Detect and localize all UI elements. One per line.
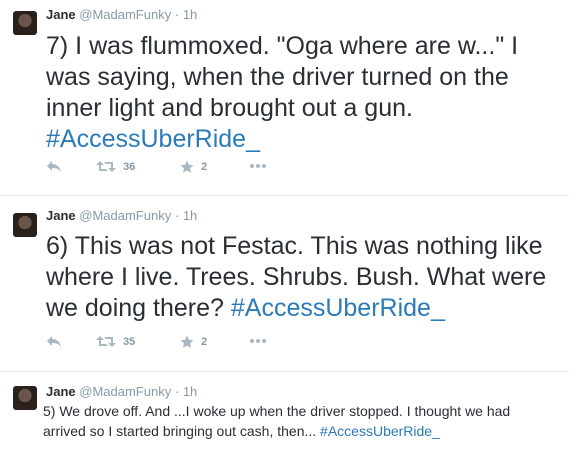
favorite-icon: [180, 160, 194, 173]
favorite-count: 2: [201, 336, 208, 348]
tweet-text-body: 5) We drove off. And ...I woke up when t…: [43, 403, 511, 439]
hashtag-link[interactable]: #AccessUberRide_: [320, 423, 440, 439]
separator-dot: ·: [174, 208, 180, 223]
retweet-icon: [96, 336, 116, 347]
separator-dot: ·: [174, 7, 180, 22]
user-handle[interactable]: @MadamFunky: [79, 208, 171, 223]
more-icon: [250, 164, 266, 169]
separator-dot: ·: [174, 384, 180, 399]
timestamp[interactable]: 1h: [183, 7, 197, 22]
user-name[interactable]: Jane: [46, 208, 76, 223]
timestamp[interactable]: 1h: [183, 384, 197, 399]
user-name[interactable]: Jane: [46, 384, 76, 399]
tweet[interactable]: Jane @MadamFunky · 1h 7) I was flummoxed…: [0, 0, 569, 196]
more-button[interactable]: [249, 160, 267, 172]
hashtag-link[interactable]: #AccessUberRide_: [46, 125, 260, 153]
tweet[interactable]: Jane @MadamFunky · 1h 6) This was not Fe…: [0, 196, 569, 372]
user-handle[interactable]: @MadamFunky: [79, 7, 171, 22]
retweet-icon: [96, 161, 116, 172]
reply-icon: [47, 161, 61, 173]
tweet-text: 7) I was flummoxed. "Oga where are w..."…: [46, 31, 555, 155]
favorite-icon: [180, 335, 194, 348]
favorite-button[interactable]: 2: [180, 160, 207, 174]
tweet[interactable]: Jane @MadamFunky · 1h 5) We drove off. A…: [0, 372, 569, 450]
tweet-text: 6) This was not Festac. This was nothing…: [46, 231, 555, 324]
favorite-button[interactable]: 2: [180, 335, 207, 349]
hashtag-link[interactable]: #AccessUberRide_: [231, 294, 445, 322]
user-handle[interactable]: @MadamFunky: [79, 384, 171, 399]
more-button[interactable]: [249, 335, 267, 347]
avatar[interactable]: [13, 386, 37, 410]
retweet-button[interactable]: 36: [96, 160, 135, 173]
reply-button[interactable]: [46, 335, 62, 348]
tweet-text-body: 7) I was flummoxed. "Oga where are w..."…: [46, 32, 519, 122]
avatar[interactable]: [13, 213, 37, 237]
favorite-count: 2: [201, 161, 208, 173]
retweet-button[interactable]: 35: [96, 335, 135, 348]
user-name[interactable]: Jane: [46, 7, 76, 22]
reply-button[interactable]: [46, 160, 62, 173]
more-icon: [250, 339, 266, 344]
tweet-header: Jane @MadamFunky · 1h: [46, 384, 197, 400]
tweet-header: Jane @MadamFunky · 1h: [46, 208, 197, 224]
retweet-count: 36: [123, 160, 136, 173]
retweet-count: 35: [123, 335, 136, 348]
tweet-header: Jane @MadamFunky · 1h: [46, 7, 197, 23]
tweet-text: 5) We drove off. And ...I woke up when t…: [43, 401, 555, 441]
timestamp[interactable]: 1h: [183, 208, 197, 223]
avatar[interactable]: [13, 11, 37, 35]
reply-icon: [47, 336, 61, 348]
